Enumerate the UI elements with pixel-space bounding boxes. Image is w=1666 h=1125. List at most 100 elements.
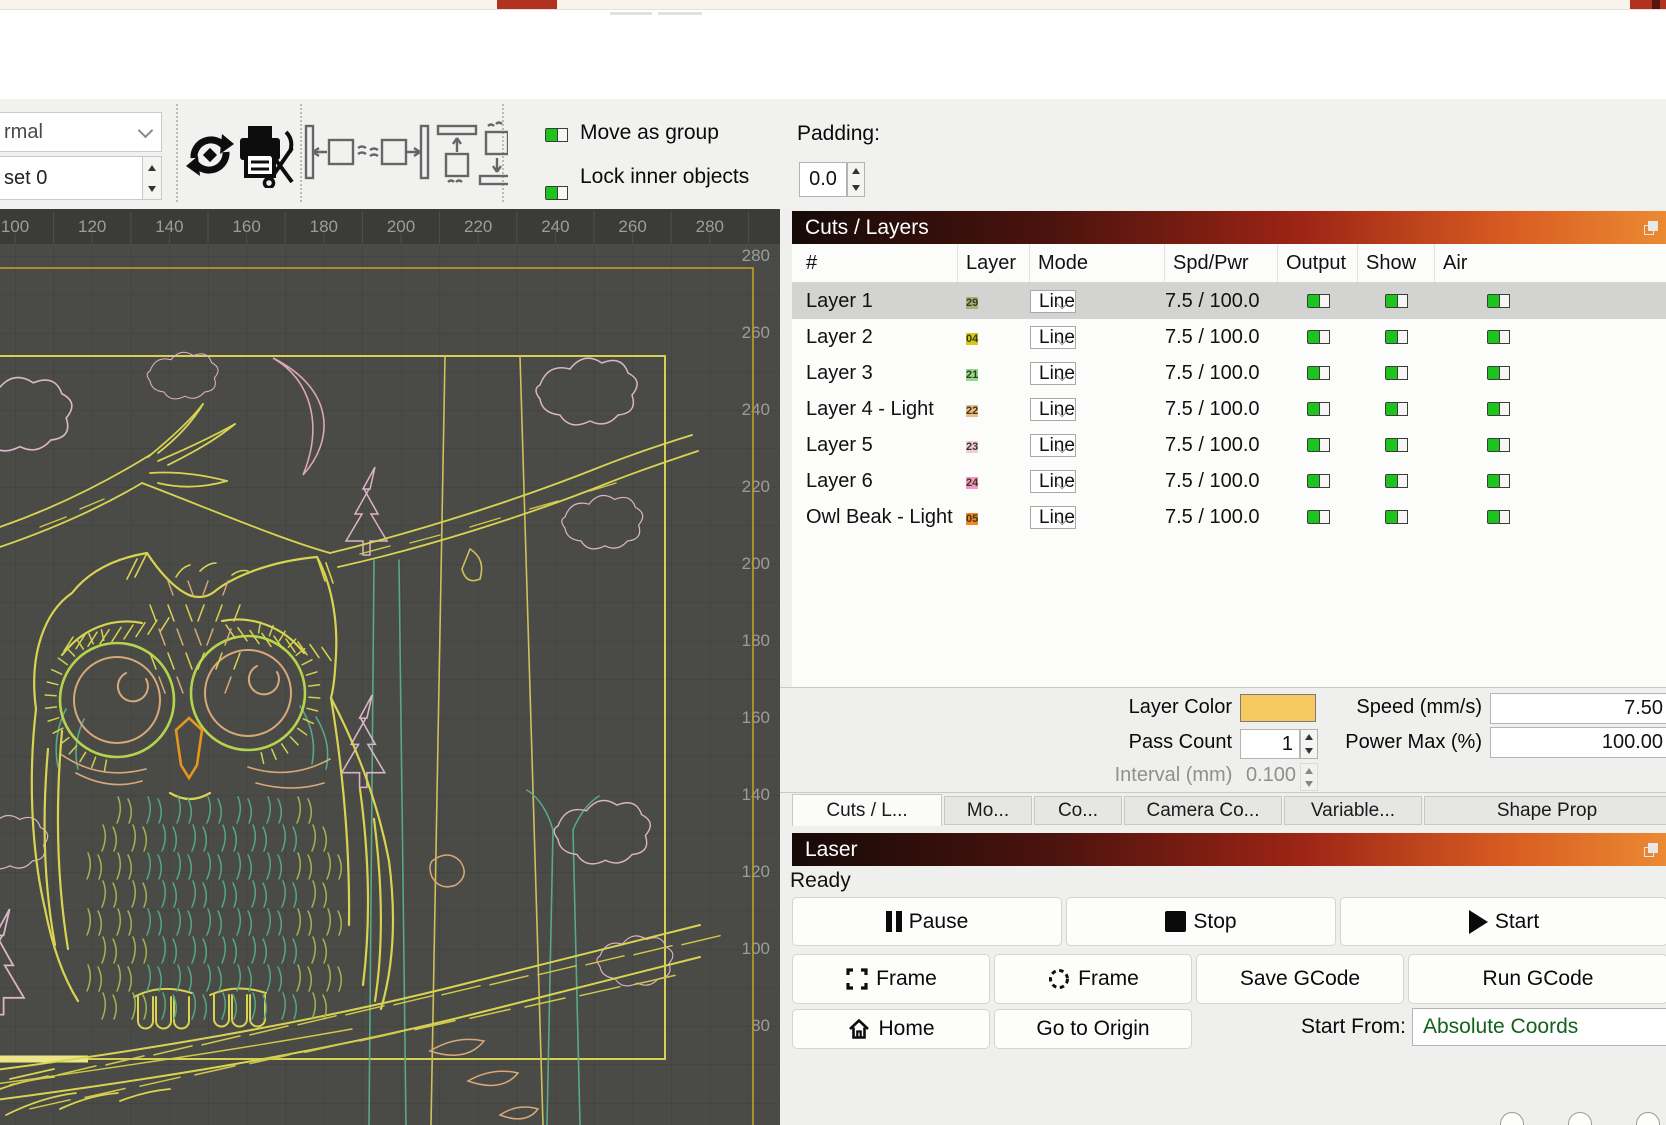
show-toggle[interactable] — [1385, 510, 1408, 524]
go-to-origin-button[interactable]: Go to Origin — [994, 1009, 1192, 1049]
layer-mode-dropdown[interactable]: Line — [1030, 289, 1076, 313]
sync-icon[interactable] — [184, 124, 236, 182]
show-toggle[interactable] — [1385, 366, 1408, 380]
pass-count-spin[interactable] — [1300, 729, 1318, 759]
output-toggle[interactable] — [1306, 474, 1330, 488]
column-header[interactable]: Air — [1435, 244, 1666, 282]
layer-color-chip[interactable]: 29 — [966, 297, 979, 309]
dock-tab[interactable]: Camera Co... — [1124, 796, 1282, 825]
column-header[interactable]: Show — [1358, 244, 1435, 282]
menu-mark — [610, 12, 652, 15]
layer-mode-dropdown[interactable]: Line — [1030, 469, 1076, 493]
show-toggle[interactable] — [1385, 294, 1408, 308]
column-header[interactable]: Layer — [958, 244, 1030, 282]
output-toggle[interactable] — [1306, 510, 1330, 524]
run-gcode-label: Run GCode — [1482, 967, 1594, 990]
offset-spin-buttons[interactable] — [142, 157, 161, 199]
air-toggle[interactable] — [1487, 402, 1510, 416]
frame-square-button[interactable]: Frame — [792, 954, 990, 1004]
layer-color-chip[interactable]: 21 — [966, 369, 979, 381]
align-distribute-icons[interactable] — [302, 118, 508, 196]
layer-row[interactable]: Layer 3 21 Line 7.5 / 100.0 — [792, 355, 1666, 391]
output-toggle[interactable] — [1306, 438, 1330, 452]
show-toggle[interactable] — [1385, 474, 1408, 488]
show-toggle[interactable] — [1385, 330, 1408, 344]
layer-row[interactable]: Layer 6 24 Line 7.5 / 100.0 — [792, 463, 1666, 499]
layer-color-chip[interactable]: 24 — [966, 477, 979, 489]
stop-button[interactable]: Stop — [1066, 897, 1336, 946]
column-header[interactable]: Spd/Pwr — [1165, 244, 1278, 282]
output-toggle[interactable] — [1306, 402, 1330, 416]
layer-row[interactable]: Layer 2 04 Line 7.5 / 100.0 — [792, 319, 1666, 355]
layer-mode-dropdown[interactable]: Line — [1030, 505, 1076, 529]
workspace-canvas[interactable]: 100 120 140 160 180 200 220 240 260 280 280 260 240… — [0, 209, 780, 1125]
offset-spinner[interactable]: set 0 — [0, 156, 162, 200]
pass-count-input[interactable]: 1 — [1240, 729, 1300, 759]
run-gcode-button[interactable]: Run GCode — [1408, 954, 1666, 1004]
output-toggle[interactable] — [1306, 330, 1330, 344]
padding-spin-buttons[interactable] — [847, 162, 865, 197]
frame-circle-button[interactable]: Frame — [994, 954, 1192, 1004]
show-toggle[interactable] — [1385, 438, 1408, 452]
output-toggle[interactable] — [1306, 294, 1330, 308]
start-from-dropdown[interactable]: Absolute Coords — [1412, 1008, 1666, 1046]
laser-header[interactable]: Laser — [792, 833, 1666, 866]
laser-title: Laser — [805, 837, 858, 861]
layer-mode-dropdown[interactable]: Line — [1030, 325, 1076, 349]
dock-tab[interactable]: Mo... — [944, 796, 1032, 825]
toolbar-separator — [176, 104, 178, 202]
pause-button[interactable]: Pause — [792, 897, 1062, 946]
svg-text:260: 260 — [618, 217, 646, 236]
cuts-layers-header[interactable]: Cuts / Layers — [792, 211, 1666, 244]
output-toggle[interactable] — [1306, 366, 1330, 380]
layer-name: Layer 4 - Light — [806, 397, 934, 420]
layer-row[interactable]: Owl Beak - Light 05 Line 7.5 / 100.0 — [792, 499, 1666, 535]
speed-input[interactable]: 7.50 — [1490, 693, 1666, 724]
print-cut-icon[interactable] — [236, 122, 296, 188]
interval-spin[interactable] — [1300, 763, 1318, 791]
layer-row[interactable]: Layer 1 29 Line 7.5 / 100.0 — [792, 283, 1666, 319]
layer-color-swatch[interactable] — [1240, 694, 1316, 722]
dock-tab[interactable]: Co... — [1034, 796, 1122, 825]
padding-input[interactable]: 0.0 — [799, 162, 847, 197]
layer-mode-dropdown[interactable]: Line — [1030, 397, 1076, 421]
air-toggle[interactable] — [1487, 510, 1510, 524]
layer-color-chip[interactable]: 23 — [966, 441, 979, 453]
float-panel-icon[interactable] — [1644, 220, 1658, 235]
air-toggle[interactable] — [1487, 474, 1510, 488]
layer-mode-dropdown[interactable]: Line — [1030, 433, 1076, 457]
dock-tab[interactable]: Shape Prop — [1424, 796, 1666, 825]
air-toggle[interactable] — [1487, 330, 1510, 344]
save-gcode-button[interactable]: Save GCode — [1196, 954, 1404, 1004]
pass-count-value: 1 — [1281, 732, 1293, 755]
stop-label: Stop — [1193, 909, 1237, 933]
move-as-group-toggle[interactable] — [545, 128, 568, 142]
layer-color-chip[interactable]: 04 — [966, 333, 979, 345]
start-button[interactable]: Start — [1340, 897, 1666, 946]
show-toggle[interactable] — [1385, 402, 1408, 416]
start-label: Start — [1494, 909, 1540, 933]
column-header[interactable]: Mode — [1030, 244, 1165, 282]
layer-row[interactable]: Layer 4 - Light 22 Line 7.5 / 100.0 — [792, 391, 1666, 427]
interval-value[interactable]: 0.100 — [1246, 764, 1296, 786]
cut-mode-dropdown[interactable]: rmal — [0, 112, 162, 152]
layer-color-chip[interactable]: 22 — [966, 405, 979, 417]
layer-color-chip[interactable]: 05 — [966, 513, 979, 525]
float-panel-icon[interactable] — [1644, 842, 1658, 857]
dock-tab[interactable]: Variable... — [1284, 796, 1422, 825]
air-toggle[interactable] — [1487, 438, 1510, 452]
speed-label: Speed (mm/s) — [1356, 696, 1482, 718]
power-max-input[interactable]: 100.00 — [1490, 727, 1666, 758]
air-toggle[interactable] — [1487, 366, 1510, 380]
layer-name: Layer 6 — [806, 469, 873, 492]
layer-row[interactable]: Layer 5 23 Line 7.5 / 100.0 — [792, 427, 1666, 463]
air-toggle[interactable] — [1487, 294, 1510, 308]
home-button[interactable]: Home — [792, 1009, 990, 1049]
column-header[interactable]: Output — [1278, 244, 1358, 282]
dock-tab[interactable]: Cuts / L... — [792, 794, 942, 826]
lock-inner-objects-toggle[interactable] — [545, 186, 568, 200]
start-from-label: Start From: — [1300, 1015, 1406, 1038]
column-header[interactable]: # — [792, 244, 958, 282]
layer-mode-dropdown[interactable]: Line — [1030, 361, 1076, 385]
layer-spd-pwr: 7.5 / 100.0 — [1165, 397, 1260, 420]
